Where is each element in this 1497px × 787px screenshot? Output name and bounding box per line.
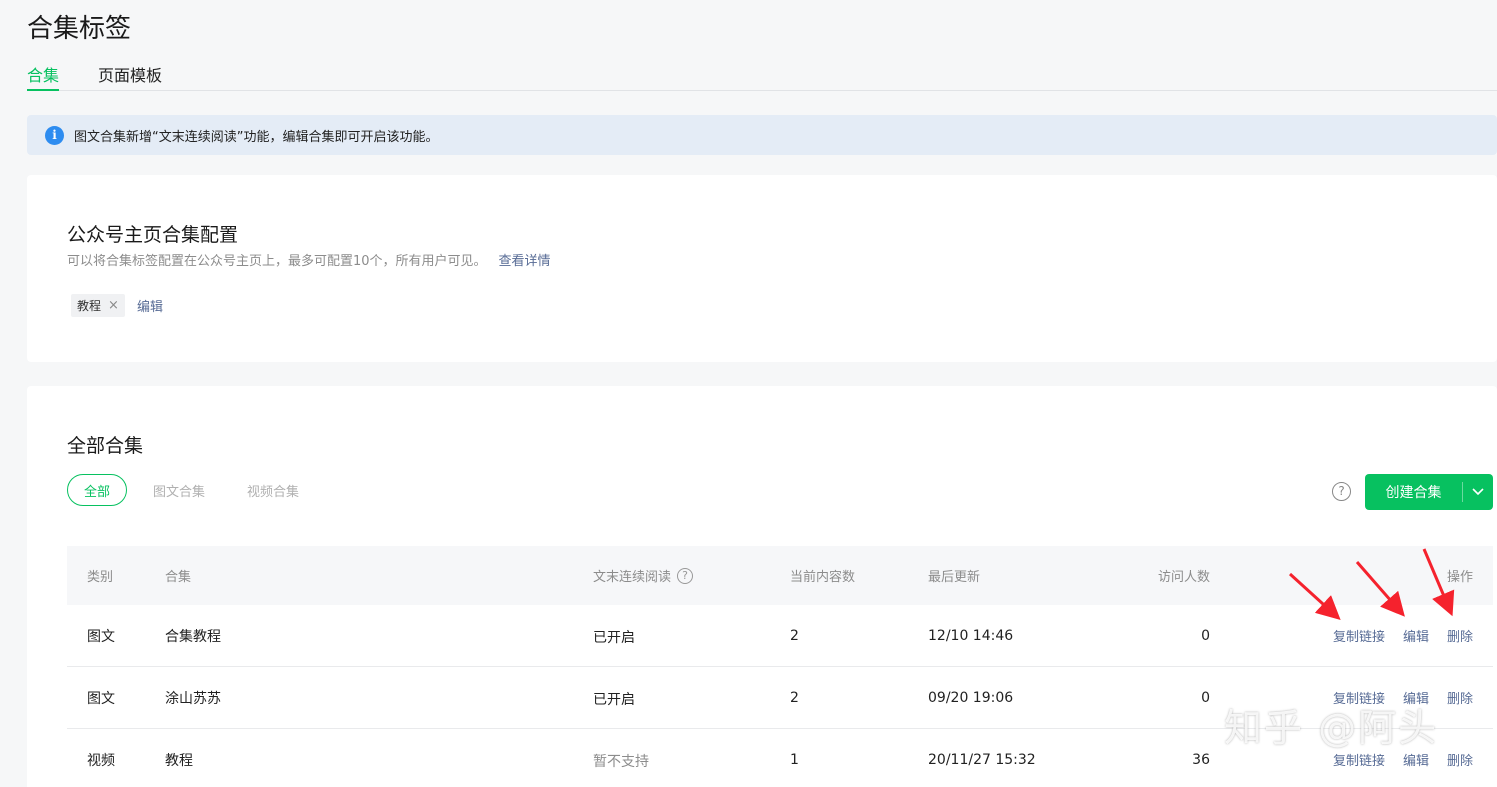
view-details-link[interactable]: 查看详情 [499,254,551,269]
copy-link-button[interactable]: 复制链接 [1333,750,1385,769]
question-icon[interactable]: ? [677,567,694,584]
row-name: 合集教程 [165,628,221,645]
col-continuous-read: 文末连续阅读 ? [593,546,694,605]
row-visits: 0 [1201,627,1210,644]
create-collection-button: 创建合集 [1365,474,1493,510]
row-name: 涂山苏苏 [165,690,221,707]
row-ops: 复制链接 编辑 删除 [1333,605,1473,666]
row-continuous-read: 暂不支持 [593,753,649,770]
table-row: 图文 合集教程 已开启 2 12/10 14:46 0 复制链接 编辑 删除 [67,605,1493,667]
tag-label: 教程 [77,299,102,313]
table-header: 类别 合集 文末连续阅读 ? 当前内容数 最后更新 访问人数 操作 [67,546,1493,605]
delete-button[interactable]: 删除 [1447,626,1473,645]
row-count: 1 [790,751,799,768]
col-ops: 操作 [1446,570,1473,585]
row-last-update: 09/20 19:06 [928,689,1014,706]
help-icon[interactable]: ? [1332,482,1351,501]
col-type: 类别 [87,570,114,585]
row-type: 图文 [87,690,115,707]
row-type: 图文 [87,628,115,645]
row-name: 教程 [165,752,193,769]
homepage-config-desc: 可以将合集标签配置在公众号主页上，最多可配置10个，所有用户可见。 查看详情 [67,250,551,269]
col-continuous-read-label: 文末连续阅读 [593,570,672,585]
row-visits: 0 [1201,689,1210,706]
copy-link-button[interactable]: 复制链接 [1333,626,1385,645]
row-continuous-read: 已开启 [593,691,635,708]
page-title: 合集标签 [27,14,132,44]
col-count: 当前内容数 [790,570,856,585]
filter-all[interactable]: 全部 [67,474,127,506]
homepage-config-title: 公众号主页合集配置 [67,224,239,246]
col-name: 合集 [165,570,192,585]
filter-video-collections[interactable]: 视频合集 [247,481,299,500]
row-count: 2 [790,627,799,644]
edit-button[interactable]: 编辑 [1403,750,1429,769]
row-visits: 36 [1192,751,1210,768]
collection-tag: 教程 × [71,294,125,317]
notice-text: 图文合集新增“文末连续阅读”功能，编辑合集即可开启该功能。 [74,129,439,145]
create-collection-main[interactable]: 创建合集 [1365,474,1462,510]
tab-bar: 合集 页面模板 [27,62,1497,91]
row-count: 2 [790,689,799,706]
row-continuous-read: 已开启 [593,629,635,646]
row-last-update: 20/11/27 15:32 [928,751,1036,768]
delete-button[interactable]: 删除 [1447,750,1473,769]
homepage-config-card: 公众号主页合集配置 可以将合集标签配置在公众号主页上，最多可配置10个，所有用户… [27,175,1497,362]
row-last-update: 12/10 14:46 [928,627,1014,644]
col-visits: 访问人数 [1157,570,1210,585]
all-collections-title: 全部合集 [67,435,144,457]
edit-button[interactable]: 编辑 [1403,626,1429,645]
homepage-config-desc-text: 可以将合集标签配置在公众号主页上，最多可配置10个，所有用户可见。 [67,254,487,269]
chevron-down-icon[interactable] [1463,474,1493,510]
watermark: 知乎 @阿头 [1224,706,1439,750]
filter-article-collections[interactable]: 图文合集 [153,481,205,500]
tab-collections[interactable]: 合集 [27,62,60,91]
col-last-update: 最后更新 [928,570,981,585]
notice-banner: i 图文合集新增“文末连续阅读”功能，编辑合集即可开启该功能。 [27,115,1497,155]
row-type: 视频 [87,752,115,769]
tab-page-templates[interactable]: 页面模板 [98,62,162,91]
collection-filters: 全部 图文合集 视频合集 [67,474,341,506]
edit-tags-link[interactable]: 编辑 [137,296,163,315]
tag-close-icon[interactable]: × [108,298,119,313]
delete-button[interactable]: 删除 [1447,688,1473,707]
info-icon: i [45,125,64,145]
